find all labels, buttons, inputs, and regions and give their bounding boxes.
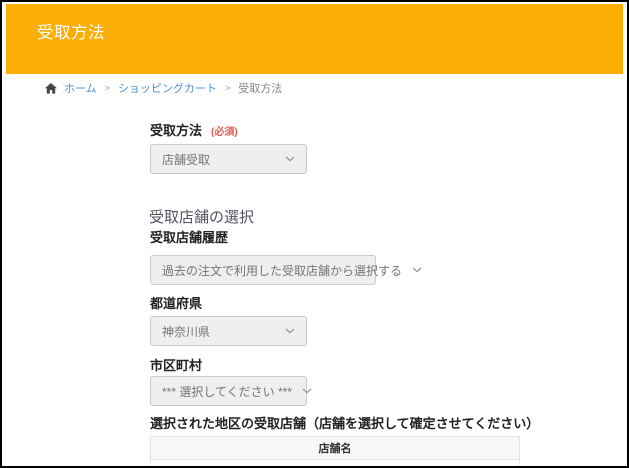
breadcrumb-item-current: 受取方法 <box>238 80 282 96</box>
store-section-heading: 受取店舗の選択 <box>149 206 254 227</box>
store-table-column-name: 店舗名 <box>151 437 520 460</box>
breadcrumb-item-home[interactable]: ホーム <box>64 80 97 96</box>
pickup-method-select[interactable]: 店舗受取 <box>150 144 307 174</box>
city-label: 市区町村 <box>150 355 202 374</box>
pickup-method-page: 受取方法 ホーム > ショッピングカート > 受取方法 受取方法 (必須) 店舗… <box>0 0 629 468</box>
prefecture-label: 都道府県 <box>150 293 202 312</box>
city-selected-value: *** 選択してください *** <box>162 383 292 400</box>
breadcrumb-separator-icon: > <box>225 84 230 93</box>
city-label-text: 市区町村 <box>150 355 202 374</box>
store-history-label: 受取店舗履歴 <box>150 227 228 246</box>
store-table-empty-cell <box>151 460 520 468</box>
required-badge: (必須) <box>211 123 238 138</box>
chevron-down-icon <box>285 328 295 334</box>
pickup-method-label-text: 受取方法 <box>150 120 202 139</box>
home-icon <box>45 83 57 94</box>
pickup-method-label: 受取方法 (必須) <box>150 120 238 139</box>
store-table-header-row: 店舗名 <box>151 437 520 460</box>
store-list-heading: 選択された地区の受取店舗（店舗を選択して確定させてください） <box>150 413 539 432</box>
chevron-down-icon <box>285 156 295 162</box>
store-history-label-text: 受取店舗履歴 <box>150 227 228 246</box>
breadcrumb-home-link[interactable]: ホーム <box>45 80 97 96</box>
table-row[interactable] <box>151 460 520 468</box>
store-history-selected-value: 過去の注文で利用した受取店舗から選択する <box>162 262 402 279</box>
breadcrumb-separator-icon: > <box>105 84 110 93</box>
store-history-select[interactable]: 過去の注文で利用した受取店舗から選択する <box>150 255 376 285</box>
prefecture-label-text: 都道府県 <box>150 293 202 312</box>
page-header-banner: 受取方法 <box>6 4 623 74</box>
city-select[interactable]: *** 選択してください *** <box>150 376 307 406</box>
prefecture-selected-value: 神奈川県 <box>162 323 210 340</box>
chevron-down-icon <box>302 388 312 394</box>
pickup-method-selected-value: 店舗受取 <box>162 151 210 168</box>
breadcrumb: ホーム > ショッピングカート > 受取方法 <box>45 80 282 96</box>
store-table: 店舗名 <box>150 436 520 468</box>
chevron-down-icon <box>412 267 422 273</box>
prefecture-select[interactable]: 神奈川県 <box>150 316 307 346</box>
page-title: 受取方法 <box>37 19 105 43</box>
breadcrumb-item-cart[interactable]: ショッピングカート <box>118 80 217 96</box>
